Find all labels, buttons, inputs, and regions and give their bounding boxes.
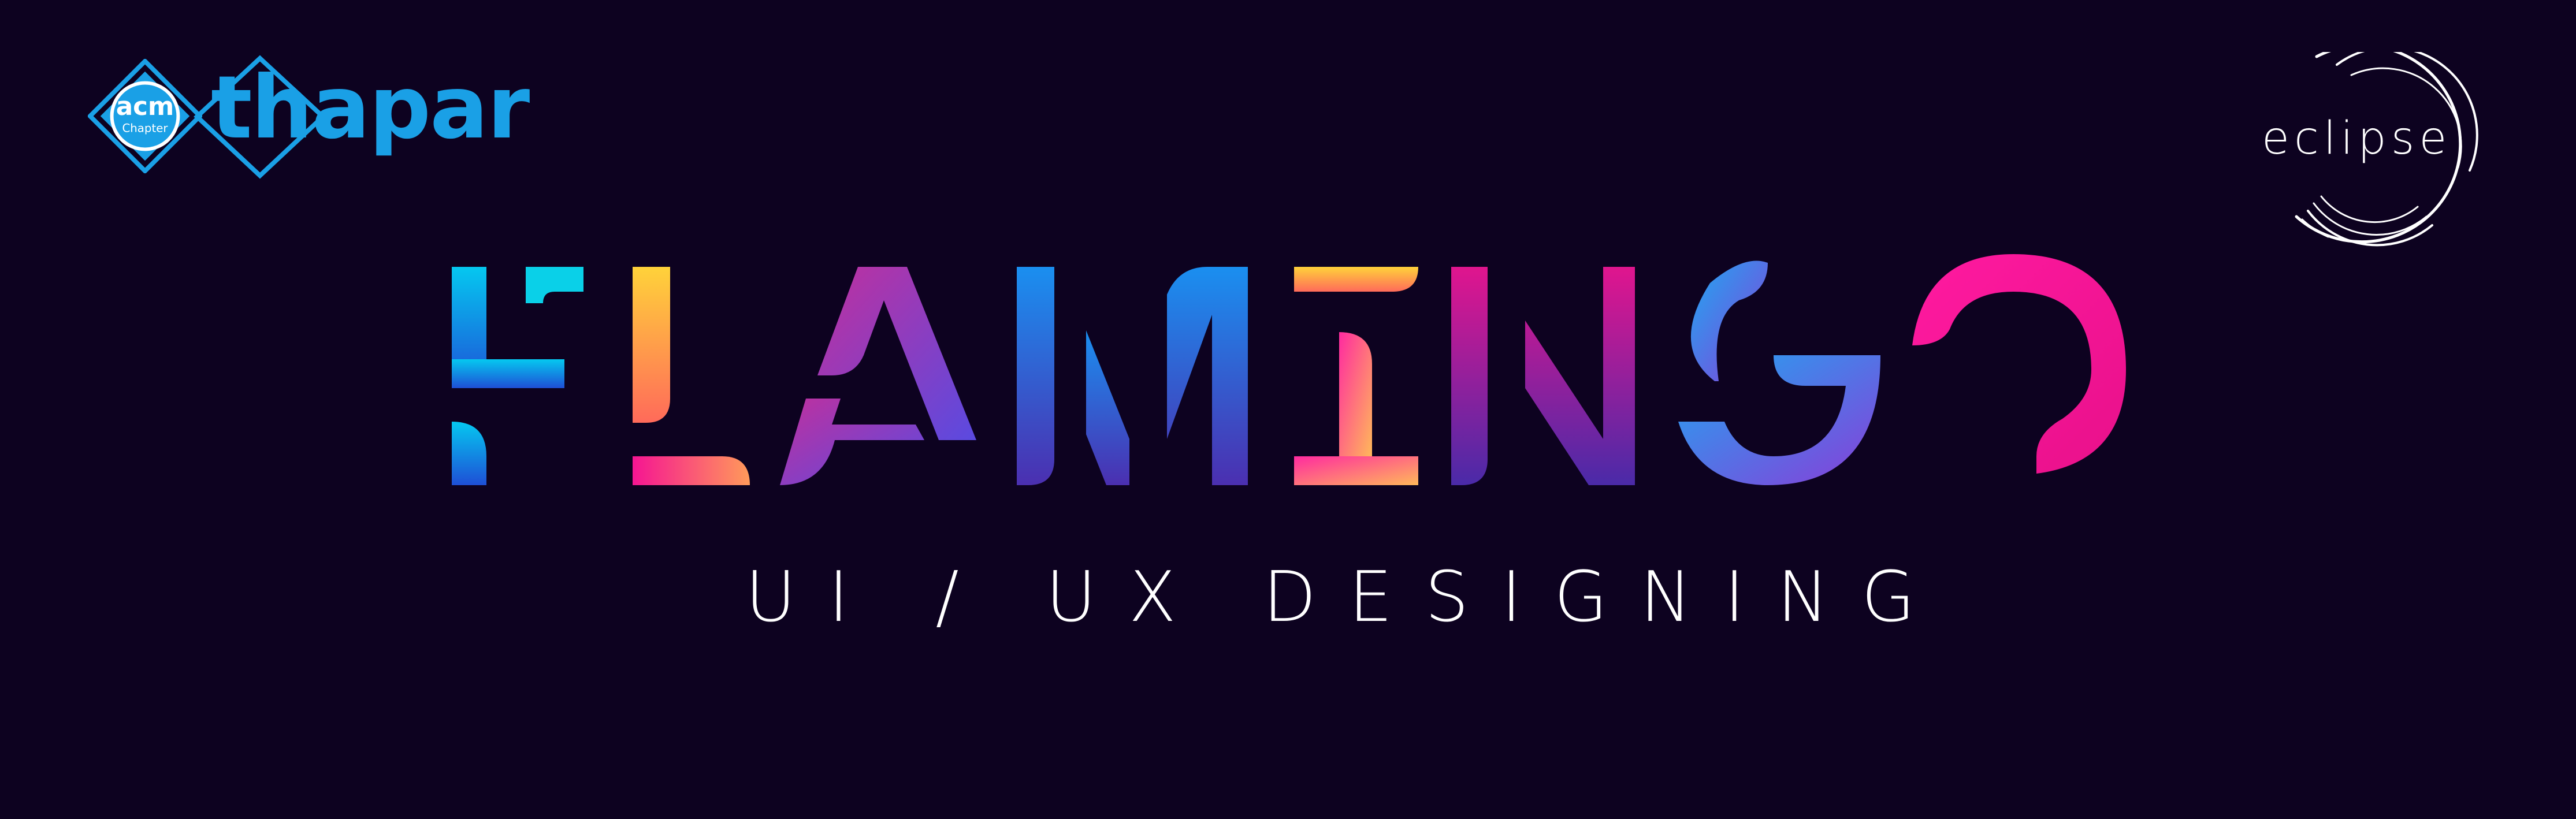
- letter-a: [780, 267, 976, 485]
- letter-i: [1294, 267, 1418, 485]
- letter-o: [1912, 254, 2126, 474]
- letter-n: [1451, 267, 1635, 485]
- letter-g: [1678, 260, 1880, 485]
- flamingo-title: [452, 254, 2126, 485]
- letter-f: [452, 267, 583, 485]
- letter-m: [1017, 267, 1248, 485]
- event-banner: acm Chapter thapar eclipse UI / UX DESIG…: [0, 0, 2576, 819]
- letter-l: [633, 267, 750, 485]
- subtitle-text: UI / UX DESIGNING: [745, 557, 1947, 638]
